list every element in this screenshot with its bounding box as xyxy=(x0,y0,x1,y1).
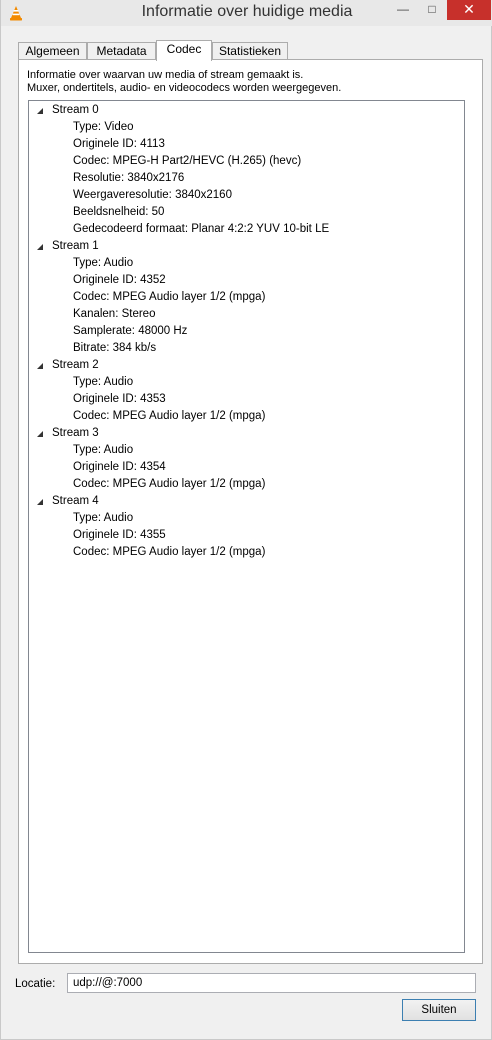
expanded-triangle-icon[interactable] xyxy=(36,498,44,506)
tab-metadata[interactable]: Metadata xyxy=(87,42,156,59)
intro-line-2: Muxer, ondertitels, audio- en videocodec… xyxy=(27,82,342,94)
stream-label: Stream 2 xyxy=(52,359,99,371)
codec-tree[interactable]: Stream 0 Type: Video Originele ID: 4113 … xyxy=(28,100,465,953)
tree-node-stream-4[interactable]: Stream 4 xyxy=(29,493,459,510)
tab-statistieken[interactable]: Statistieken xyxy=(212,42,288,59)
tree-node-stream-3[interactable]: Stream 3 xyxy=(29,425,459,442)
expanded-triangle-icon[interactable] xyxy=(36,107,44,115)
expanded-triangle-icon[interactable] xyxy=(36,362,44,370)
tree-item[interactable]: Codec: MPEG Audio layer 1/2 (mpga) xyxy=(73,289,265,306)
location-input[interactable] xyxy=(67,973,476,993)
tree-item[interactable]: Codec: MPEG Audio layer 1/2 (mpga) xyxy=(73,408,265,425)
expanded-triangle-icon[interactable] xyxy=(36,430,44,438)
title-bar[interactable]: Informatie over huidige media — □ ✕ xyxy=(1,0,492,26)
tree-item[interactable]: Originele ID: 4353 xyxy=(73,391,166,408)
tree-item[interactable]: Type: Audio xyxy=(73,255,133,272)
tree-item[interactable]: Bitrate: 384 kb/s xyxy=(73,340,156,357)
minimize-button[interactable]: — xyxy=(389,0,417,20)
expanded-triangle-icon[interactable] xyxy=(36,243,44,251)
close-button[interactable]: Sluiten xyxy=(402,999,476,1021)
tree-item[interactable]: Codec: MPEG-H Part2/HEVC (H.265) (hevc) xyxy=(73,153,301,170)
tree-node-stream-0[interactable]: Stream 0 xyxy=(29,102,459,119)
tree-item[interactable]: Codec: MPEG Audio layer 1/2 (mpga) xyxy=(73,476,265,493)
tree-node-stream-1[interactable]: Stream 1 xyxy=(29,238,459,255)
intro-line-1: Informatie over waarvan uw media of stre… xyxy=(27,69,304,81)
tree-item[interactable]: Originele ID: 4354 xyxy=(73,459,166,476)
stream-label: Stream 3 xyxy=(52,427,99,439)
maximize-button[interactable]: □ xyxy=(419,0,445,20)
stream-label: Stream 4 xyxy=(52,495,99,507)
tree-item[interactable]: Originele ID: 4113 xyxy=(73,136,165,153)
tree-item[interactable]: Kanalen: Stereo xyxy=(73,306,155,323)
tree-item[interactable]: Gedecodeerd formaat: Planar 4:2:2 YUV 10… xyxy=(73,221,329,238)
tree-item[interactable]: Type: Audio xyxy=(73,442,133,459)
tree-item[interactable]: Type: Audio xyxy=(73,374,133,391)
tree-item[interactable]: Resolutie: 3840x2176 xyxy=(73,170,184,187)
tree-item[interactable]: Originele ID: 4352 xyxy=(73,272,166,289)
tree-item[interactable]: Type: Video xyxy=(73,119,134,136)
tree-item[interactable]: Beeldsnelheid: 50 xyxy=(73,204,164,221)
tree-item[interactable]: Codec: MPEG Audio layer 1/2 (mpga) xyxy=(73,544,265,561)
location-label: Locatie: xyxy=(15,978,56,990)
tree-node-stream-2[interactable]: Stream 2 xyxy=(29,357,459,374)
stream-label: Stream 1 xyxy=(52,240,99,252)
tree-item[interactable]: Samplerate: 48000 Hz xyxy=(73,323,187,340)
tree-item[interactable]: Weergaveresolutie: 3840x2160 xyxy=(73,187,232,204)
tab-codec[interactable]: Codec xyxy=(156,40,212,61)
tree-item[interactable]: Type: Audio xyxy=(73,510,133,527)
stream-label: Stream 0 xyxy=(52,104,99,116)
media-info-window: Informatie over huidige media — □ ✕ Alge… xyxy=(0,0,492,1040)
close-window-button[interactable]: ✕ xyxy=(447,0,491,20)
tree-item[interactable]: Originele ID: 4355 xyxy=(73,527,166,544)
tab-algemeen[interactable]: Algemeen xyxy=(18,42,87,59)
codec-intro: Informatie over waarvan uw media of stre… xyxy=(27,69,341,95)
codec-panel: Informatie over waarvan uw media of stre… xyxy=(18,59,483,964)
